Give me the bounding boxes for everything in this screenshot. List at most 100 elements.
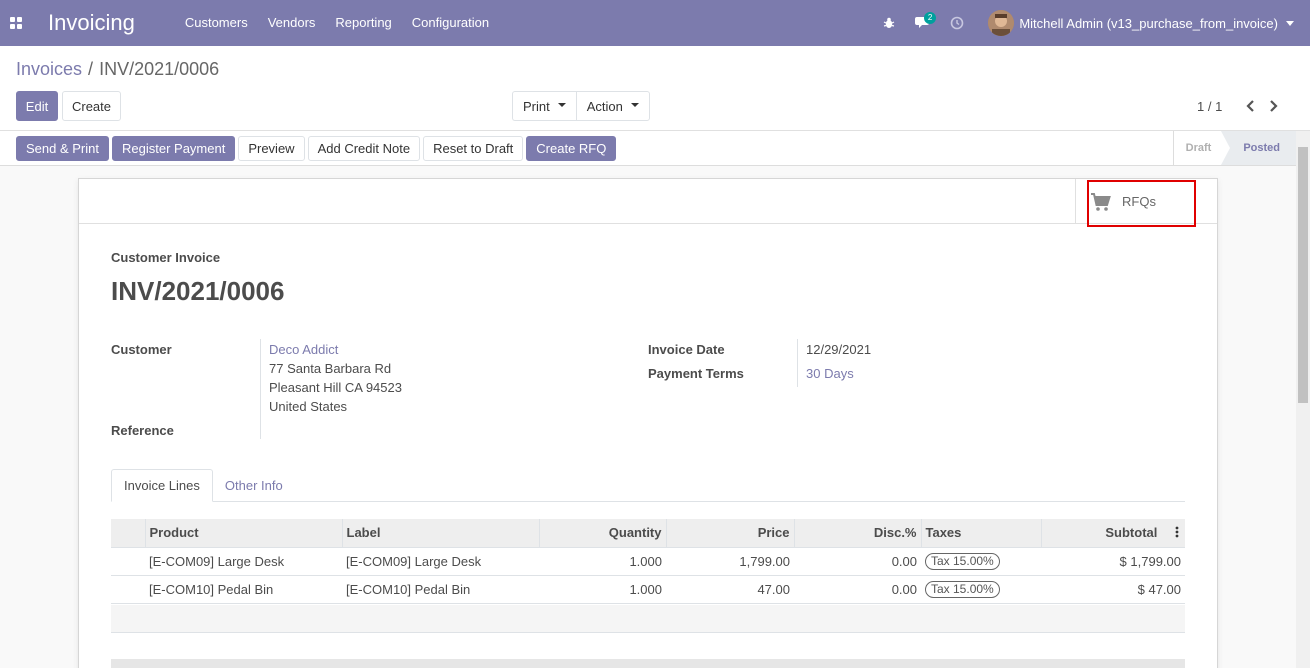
cell-discount: 0.00 [794, 575, 921, 604]
user-name: Mitchell Admin (v13_purchase_from_invoic… [1019, 15, 1278, 31]
form-statusbar: Send & Print Register Payment Preview Ad… [0, 131, 1310, 166]
messages-icon[interactable]: 2 [906, 0, 940, 46]
action-label: Action [586, 98, 623, 114]
rfqs-label: RFQs [1122, 194, 1156, 209]
pager-value[interactable]: 1 / 1 [1197, 99, 1222, 114]
column-header-discount[interactable]: Disc.% [793, 519, 921, 548]
status-stages: Draft Posted [1172, 131, 1296, 165]
cell-label: [E-COM09] Large Desk [342, 547, 539, 576]
column-header-taxes[interactable]: Taxes [920, 519, 1041, 548]
payment-terms-link[interactable]: 30 Days [806, 366, 854, 381]
cell-taxes: Tax 15.00% [921, 547, 1041, 576]
table-header-row: Product Label Quantity Price Disc.% Taxe… [111, 519, 1185, 548]
caret-down-icon [630, 102, 639, 107]
customer-label: Customer [111, 342, 172, 357]
table-empty-row [111, 605, 1185, 633]
user-menu[interactable]: Mitchell Admin (v13_purchase_from_invoic… [988, 10, 1294, 36]
payment-terms-label: Payment Terms [648, 366, 744, 381]
reset-to-draft-button[interactable]: Reset to Draft [423, 136, 524, 161]
customer-address-line2: Pleasant Hill CA 94523 [269, 380, 402, 395]
breadcrumb-separator: / [88, 59, 94, 79]
tab-invoice-lines[interactable]: Invoice Lines [111, 469, 213, 502]
menu-item-reporting[interactable]: Reporting [325, 0, 401, 46]
column-options-icon[interactable] [1175, 526, 1179, 538]
column-header-product[interactable]: Product [144, 519, 342, 548]
cell-price: 1,799.00 [666, 547, 794, 576]
invoice-number: INV/2021/0006 [111, 276, 285, 306]
cell-price: 47.00 [666, 575, 794, 604]
field-divider [260, 339, 261, 439]
column-header-subtotal[interactable]: Subtotal [1040, 519, 1185, 548]
cell-taxes: Tax 15.00% [921, 575, 1041, 604]
cell-subtotal: $ 47.00 [1041, 575, 1185, 604]
field-divider [797, 339, 798, 387]
cell-quantity: 1.000 [539, 575, 666, 604]
column-header-label[interactable]: Label [341, 519, 539, 548]
tax-badge: Tax 15.00% [925, 552, 1000, 570]
cell-label: [E-COM10] Pedal Bin [342, 575, 539, 604]
scrollbar-thumb[interactable] [1298, 147, 1308, 403]
menu-item-customers[interactable]: Customers [175, 0, 258, 46]
pager-arrows [1240, 93, 1284, 119]
tab-other-info[interactable]: Other Info [213, 469, 295, 502]
systray: 2 Mitchell Admin (v13_purchase_from_invo… [872, 0, 1310, 46]
activity-clock-icon[interactable] [940, 0, 974, 46]
user-avatar [988, 10, 1015, 36]
invoice-date-value: 12/29/2021 [806, 342, 872, 357]
apps-menu-icon[interactable] [0, 0, 32, 46]
top-navbar: Invoicing Customers Vendors Reporting Co… [0, 0, 1310, 46]
tax-badge: Tax 15.00% [925, 580, 1000, 598]
stage-posted[interactable]: Posted [1221, 131, 1296, 165]
table-row[interactable]: [E-COM10] Pedal Bin [E-COM10] Pedal Bin … [111, 575, 1185, 604]
column-header-price[interactable]: Price [665, 519, 794, 548]
sidebar-dropdowns: Print Action [512, 91, 650, 121]
caret-down-icon [557, 102, 566, 107]
preview-button[interactable]: Preview [238, 136, 305, 161]
messages-count-badge: 2 [923, 12, 937, 24]
control-panel: Invoices / INV/2021/0006 Edit Create Print… [0, 46, 1310, 131]
breadcrumb-current: INV/2021/0006 [99, 59, 220, 79]
table-row[interactable]: [E-COM09] Large Desk [E-COM09] Large Des… [111, 547, 1185, 576]
subtotal-header-label: Subtotal [1105, 525, 1158, 541]
pager-previous-icon[interactable] [1240, 93, 1262, 119]
row-handle [111, 547, 145, 576]
cell-subtotal: $ 1,799.00 [1041, 547, 1185, 576]
customer-address-line1: 77 Santa Barbara Rd [269, 361, 392, 376]
stage-draft[interactable]: Draft [1174, 131, 1222, 165]
menu-item-configuration[interactable]: Configuration [402, 0, 499, 46]
send-print-button[interactable]: Send & Print [16, 136, 109, 161]
smart-button-box: RFQs [79, 179, 1217, 227]
print-label: Print [523, 98, 550, 114]
create-rfq-button[interactable]: Create RFQ [526, 136, 617, 161]
table-footer [111, 659, 1185, 668]
cell-product: [E-COM09] Large Desk [145, 547, 342, 576]
customer-address-line3: United States [269, 399, 348, 414]
register-payment-button[interactable]: Register Payment [112, 136, 236, 161]
customer-link[interactable]: Deco Addict [269, 342, 338, 357]
stage-arrow [1221, 131, 1231, 165]
reference-label: Reference [111, 423, 174, 438]
debug-bug-icon[interactable] [872, 0, 906, 46]
print-dropdown[interactable]: Print [512, 91, 576, 121]
invoice-lines-table: Product Label Quantity Price Disc.% Taxe… [111, 519, 1185, 604]
column-header-quantity[interactable]: Quantity [538, 519, 666, 548]
stage-posted-label: Posted [1243, 142, 1280, 154]
cell-product: [E-COM10] Pedal Bin [145, 575, 342, 604]
status-buttons: Send & Print Register Payment Preview Ad… [16, 136, 619, 161]
add-credit-note-button[interactable]: Add Credit Note [307, 136, 421, 161]
action-dropdown[interactable]: Action [575, 91, 650, 121]
chevron-down-icon [1286, 20, 1294, 26]
invoice-date-label: Invoice Date [648, 342, 725, 357]
edit-button[interactable]: Edit [16, 91, 58, 121]
main-menu: Customers Vendors Reporting Configuratio… [175, 0, 499, 46]
rfqs-smart-button[interactable]: RFQs [1075, 179, 1217, 224]
page-scrollbar[interactable] [1296, 131, 1310, 668]
pager-next-icon[interactable] [1262, 93, 1284, 119]
notebook-tabs: Invoice Lines Other Info [111, 469, 1185, 502]
breadcrumb-invoices-link[interactable]: Invoices [16, 59, 82, 79]
cell-quantity: 1.000 [539, 547, 666, 576]
menu-item-vendors[interactable]: Vendors [258, 0, 326, 46]
create-button[interactable]: Create [62, 91, 121, 121]
invoice-form-sheet: RFQs Customer Invoice INV/2021/0006 Cust… [78, 178, 1218, 668]
cell-discount: 0.00 [794, 547, 921, 576]
